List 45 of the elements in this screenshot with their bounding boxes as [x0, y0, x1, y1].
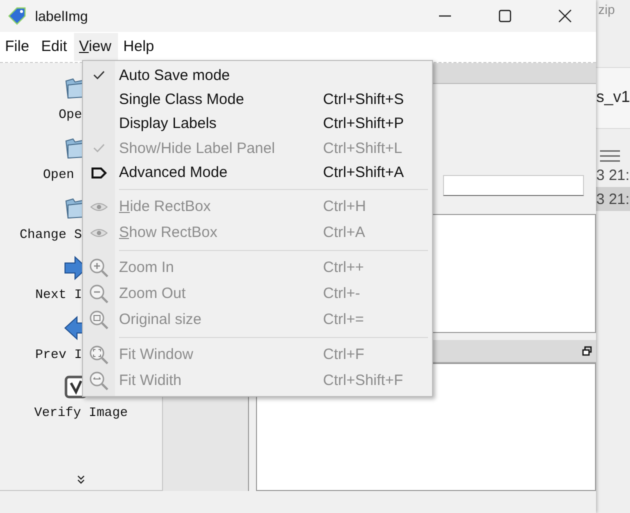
tool-label[interactable]: Prev I — [35, 347, 82, 362]
menu-item[interactable]: Display Labels — [119, 115, 319, 132]
menu-item[interactable]: Single Class Mode — [119, 91, 319, 108]
shortcut-text: Ctrl+Shift+L — [323, 140, 402, 157]
zoom-out-icon — [89, 284, 109, 304]
menu-item[interactable]: Edit — [36, 33, 74, 61]
window-title: labelImg — [35, 8, 88, 24]
shortcut-text: Ctrl+Shift+P — [323, 115, 404, 132]
shortcut-text: Ctrl++ — [323, 259, 364, 276]
magnifier-icon — [89, 344, 109, 365]
shortcut-text: Ctrl+= — [323, 311, 364, 328]
shortcut-text: Ctrl+Shift+S — [323, 91, 404, 108]
tool-label[interactable]: Open — [42, 167, 82, 182]
file-name: s_v1 — [596, 89, 630, 107]
shortcut-text: Ctrl+A — [323, 224, 366, 242]
tag-icon — [91, 166, 107, 179]
menu-item[interactable]: Advanced Mode — [119, 164, 319, 182]
tool-label[interactable]: Verify Image — [34, 405, 128, 420]
zoom-in-icon — [89, 258, 109, 278]
date-text: 3 21: — [596, 190, 630, 208]
menu-item[interactable]: View — [74, 33, 118, 61]
input-field[interactable] — [443, 175, 584, 196]
menu-item[interactable]: File — [0, 33, 36, 61]
float-icon[interactable] — [582, 346, 592, 356]
shortcut-text: Ctrl+F — [323, 346, 364, 364]
tool-label[interactable]: Ope — [58, 107, 82, 122]
date-text: 3 21: — [596, 166, 630, 184]
menu-item[interactable]: Help — [118, 33, 162, 61]
chevron-down-icon[interactable] — [77, 475, 85, 485]
tool-label[interactable]: Next I — [35, 287, 82, 302]
eye-icon — [90, 228, 108, 238]
close-icon[interactable] — [558, 9, 572, 23]
window-title: zip — [597, 1, 616, 19]
eye-icon — [90, 202, 108, 212]
menu-icon[interactable] — [600, 149, 620, 163]
shortcut-text: Ctrl+H — [323, 198, 366, 216]
maximize-icon[interactable] — [498, 9, 512, 23]
shortcut-text: Ctrl+- — [323, 285, 360, 302]
menu-item[interactable]: Auto Save mode — [119, 66, 319, 84]
shortcut-text: Ctrl+Shift+A — [323, 164, 404, 182]
tool-label[interactable]: Change S — [20, 227, 82, 242]
shortcut-text: Ctrl+Shift+F — [323, 372, 404, 390]
magnifier-icon — [89, 370, 109, 391]
magnifier-icon — [89, 310, 109, 330]
app-logo-icon — [7, 6, 27, 26]
